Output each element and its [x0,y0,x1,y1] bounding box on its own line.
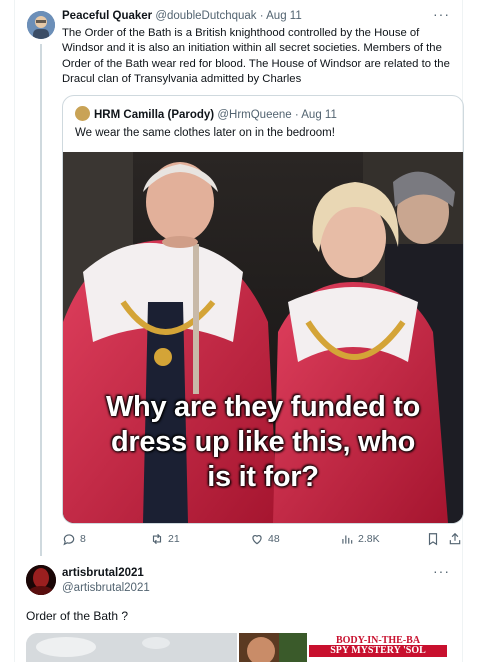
quote-author-handle: @HrmQueene [217,109,292,121]
quote-author-name: HRM Camilla (Parody) [94,109,215,121]
retweet-count: 21 [168,533,180,545]
media-image[interactable] [26,633,237,662]
timeline-column: Peaceful Quaker @doubleDutchquak · Aug 1… [14,0,464,662]
view-count: 2.8K [358,533,380,545]
like-button[interactable]: 48 [250,532,280,546]
views-icon [342,535,353,544]
heart-icon [252,535,262,545]
avatar[interactable] [27,11,55,39]
media-image[interactable] [239,633,307,662]
bookmark-icon [428,533,438,546]
quoted-tweet[interactable]: HRM Camilla (Parody) @HrmQueene · Aug 11… [62,95,464,524]
author-handle[interactable]: @artisbrutal2021 [62,582,150,594]
tweet-header: Peaceful Quaker @doubleDutchquak · Aug 1… [62,10,302,22]
views-button[interactable]: 2.8K [340,532,380,546]
caption-line: dress up like this, who [110,426,416,458]
thread-line [40,44,42,556]
author-name[interactable]: artisbrutal2021 [62,567,144,579]
share-button[interactable] [448,532,462,546]
avatar[interactable] [26,565,56,595]
quote-date: Aug 11 [301,109,337,121]
quote-text: We wear the same clothes later on in the… [75,127,335,139]
author-handle[interactable]: @doubleDutchquak [155,10,256,22]
share-icon [449,532,461,545]
retweet-icon [152,533,162,545]
news-headline: SPY MYSTERY 'SOL [309,645,447,657]
quote-photo[interactable]: Why are they funded to dress up like thi… [63,152,463,523]
author-name[interactable]: Peaceful Quaker [62,10,152,22]
quote-header: HRM Camilla (Parody) @HrmQueene · Aug 11 [75,106,337,121]
separator: · [294,109,299,121]
tweet-actions: 8 21 48 2.8K [62,532,461,550]
bookmark-button[interactable] [426,532,440,546]
image-caption: Why are they funded to dress up like thi… [63,390,463,495]
reply-count: 8 [80,533,86,545]
tweet-text: The Order of the Bath is a British knigh… [62,27,450,85]
media-image[interactable]: BODY-IN-THE-BA SPY MYSTERY 'SOL [309,633,447,662]
quote-avatar [75,106,90,121]
tweet-text: Order of the Bath ? [26,609,129,623]
tweet-date[interactable]: Aug 11 [266,10,302,22]
caption-line: is it for? [207,461,319,493]
like-count: 48 [268,533,280,545]
reply-icon [63,534,75,546]
separator: · [259,10,264,22]
reply-button[interactable]: 8 [62,532,86,546]
more-options-icon[interactable]: ··· [433,563,450,579]
retweet-button[interactable]: 21 [150,532,180,546]
more-options-icon[interactable]: ··· [433,6,450,22]
caption-line: Why are they funded to [105,391,421,423]
reply-tweet[interactable]: artisbrutal2021 @artisbrutal2021 ··· Ord… [15,561,462,662]
